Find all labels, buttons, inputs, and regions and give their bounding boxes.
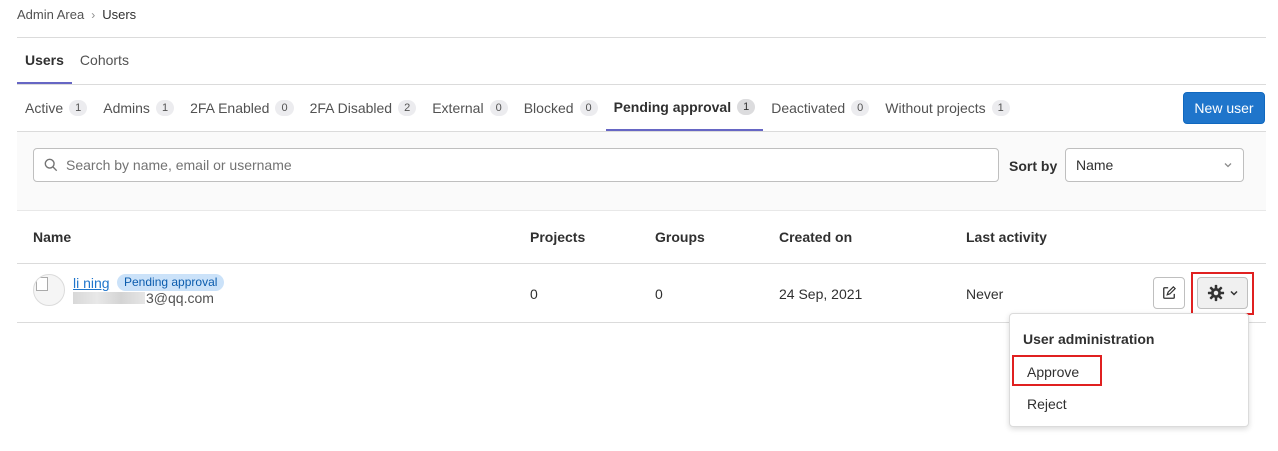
edit-icon — [1163, 286, 1176, 299]
filter-panel: Search by name, email or username Sort b… — [17, 132, 1266, 210]
filter-tab-label: 2FA Disabled — [309, 100, 393, 116]
sort-value: Name — [1076, 157, 1114, 173]
filter-tab-blocked[interactable]: Blocked 0 — [516, 85, 606, 131]
count-badge: 1 — [991, 100, 1010, 116]
filter-tab-label: Without projects — [885, 100, 986, 116]
divider — [17, 37, 1266, 38]
new-user-button[interactable]: New user — [1183, 92, 1265, 124]
filter-tab-label: Deactivated — [771, 100, 846, 116]
filter-tab-external[interactable]: External 0 — [424, 85, 515, 131]
user-administration-menu: User administration Approve Reject — [1009, 313, 1249, 427]
search-icon — [44, 158, 58, 172]
broken-image-icon — [36, 277, 48, 291]
column-header-groups: Groups — [655, 229, 705, 245]
count-badge: 0 — [275, 100, 294, 116]
chevron-right-icon: › — [91, 7, 96, 22]
filter-tab-2fa-enabled[interactable]: 2FA Enabled 0 — [182, 85, 302, 131]
filter-tabs: Active 1 Admins 1 2FA Enabled 0 2FA Disable… — [17, 85, 1018, 131]
filter-tab-without-projects[interactable]: Without projects 1 — [877, 85, 1018, 131]
search-placeholder: Search by name, email or username — [66, 157, 292, 173]
sort-label: Sort by — [1009, 158, 1058, 174]
chevron-down-icon — [1224, 163, 1232, 168]
count-badge: 1 — [69, 100, 88, 116]
filter-tab-label: Admins — [103, 100, 150, 116]
menu-item-reject[interactable]: Reject — [1027, 396, 1067, 412]
tab-users[interactable]: Users — [17, 38, 72, 84]
filter-tab-deactivated[interactable]: Deactivated 0 — [763, 85, 877, 131]
menu-heading: User administration — [1023, 331, 1155, 347]
column-header-name: Name — [33, 229, 72, 245]
filter-tab-active[interactable]: Active 1 — [17, 85, 95, 131]
filter-tab-admins[interactable]: Admins 1 — [95, 85, 182, 131]
user-actions-dropdown[interactable] — [1197, 277, 1248, 309]
count-badge: 2 — [398, 100, 417, 116]
filter-tab-label: External — [432, 100, 484, 116]
avatar[interactable] — [33, 274, 65, 306]
cell-last-activity: Never — [966, 286, 1004, 302]
user-email: 3@qq.com — [73, 290, 214, 306]
divider — [17, 210, 1266, 211]
user-name-link[interactable]: li ning — [73, 275, 110, 291]
count-badge: 1 — [155, 100, 175, 116]
breadcrumb-admin-area[interactable]: Admin Area — [17, 7, 84, 22]
count-badge: 0 — [579, 100, 598, 116]
cell-groups: 0 — [655, 286, 663, 302]
tab-cohorts[interactable]: Cohorts — [72, 38, 137, 84]
status-badge: Pending approval — [117, 274, 225, 291]
redacted-email — [73, 292, 145, 304]
email-suffix: 3@qq.com — [146, 290, 214, 306]
column-header-created: Created on — [779, 229, 853, 245]
filter-tab-label: Blocked — [523, 100, 574, 116]
menu-item-approve[interactable]: Approve — [1027, 364, 1079, 380]
filter-tab-label: Active — [25, 100, 64, 116]
chevron-down-icon — [1229, 290, 1238, 296]
search-input[interactable]: Search by name, email or username — [33, 148, 999, 182]
divider — [17, 263, 1266, 264]
column-header-last-activity: Last activity — [966, 229, 1047, 245]
count-badge: 0 — [851, 100, 870, 116]
gear-icon — [1207, 284, 1224, 302]
filter-tab-label: 2FA Enabled — [190, 100, 270, 116]
cell-created: 24 Sep, 2021 — [779, 286, 863, 302]
sort-dropdown[interactable]: Name — [1065, 148, 1244, 182]
filter-tab-2fa-disabled[interactable]: 2FA Disabled 2 — [302, 85, 425, 131]
edit-user-button[interactable] — [1153, 277, 1185, 309]
breadcrumb: Admin Area › Users — [17, 7, 136, 22]
filter-tab-pending-approval[interactable]: Pending approval 1 — [605, 85, 764, 131]
column-header-projects: Projects — [530, 229, 586, 245]
count-badge: 1 — [737, 99, 756, 115]
breadcrumb-users[interactable]: Users — [102, 7, 136, 22]
cell-projects: 0 — [530, 286, 538, 302]
top-tabs: Users Cohorts — [17, 38, 137, 84]
filter-tab-label: Pending approval — [613, 99, 732, 115]
count-badge: 0 — [489, 100, 508, 116]
